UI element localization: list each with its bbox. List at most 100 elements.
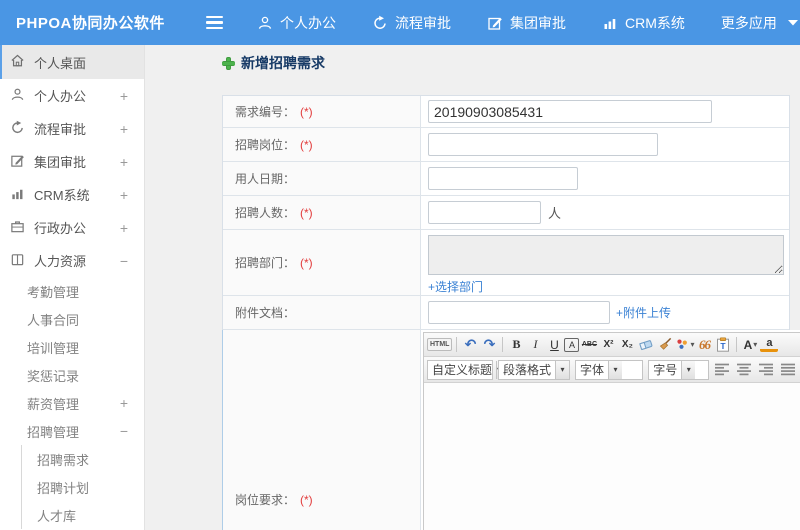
add-plus-icon — [222, 56, 235, 70]
required-mark: (*) — [300, 255, 313, 270]
form-row-request-no: 需求编号： (*) — [223, 96, 789, 128]
sidebar-item-hr[interactable]: 人力资源 − — [0, 244, 144, 277]
position-input[interactable] — [428, 133, 658, 156]
format-brush-button[interactable] — [656, 335, 674, 354]
html-source-button[interactable]: HTML — [427, 338, 453, 351]
form-row-job-requirement: 岗位要求： (*) HTML ↶ ↷ B I U A ABC X² X₂ ▾ 6… — [223, 330, 800, 530]
editor-toolbar-row2: 自定义标题 ▾ 段落格式 ▾ 字体 ▾ 字号 ▾ — [424, 357, 800, 383]
underline-button[interactable]: U — [545, 335, 563, 354]
hamburger-menu-icon[interactable] — [202, 12, 227, 33]
caret-down-icon: ▾ — [753, 340, 758, 349]
page-title: 新增招聘需求 — [222, 53, 325, 73]
nav-more-apps[interactable]: 更多应用 — [721, 13, 798, 33]
sidebar-item-recruit-demand[interactable]: 招聘需求 — [22, 445, 144, 473]
bold-button[interactable]: B — [507, 335, 525, 354]
sidebar-item-crm[interactable]: CRM系统 + — [0, 178, 144, 211]
clipboard-icon: T — [717, 337, 730, 352]
request-no-input[interactable] — [428, 100, 712, 123]
sidebar-item-talent-pool[interactable]: 人才库 — [22, 501, 144, 529]
caret-down-icon — [787, 19, 798, 26]
sidebar: 个人桌面 个人办公 + 流程审批 + 集团审批 + CRM系统 + 行政办公 + — [0, 45, 145, 530]
editor-toolbar-row1: HTML ↶ ↷ B I U A ABC X² X₂ ▾ 66 T A ▾ a — [424, 333, 800, 357]
edit-square-icon — [487, 15, 503, 31]
brush-icon — [659, 337, 672, 350]
font-size-dropdown[interactable]: 字号 ▾ — [648, 359, 709, 380]
sidebar-item-recruit-mgmt[interactable]: 招聘管理 − — [0, 417, 144, 445]
headcount-input[interactable] — [428, 201, 541, 224]
nav-group-approval[interactable]: 集团审批 — [487, 13, 566, 33]
toolbar-separator — [502, 337, 504, 352]
sidebar-item-group-approval[interactable]: 集团审批 + — [0, 145, 144, 178]
form-row-headcount: 招聘人数： (*) 人 — [223, 196, 789, 230]
caret-down-icon: ▾ — [690, 340, 695, 349]
font-family-dropdown[interactable]: 字体 ▾ — [575, 359, 644, 380]
superscript-button[interactable]: X² — [599, 335, 617, 354]
form-row-hire-date: 用人日期： — [223, 162, 789, 196]
position-label: 招聘岗位： — [235, 138, 296, 152]
subscript-button[interactable]: X₂ — [618, 335, 636, 354]
sidebar-item-training[interactable]: 培训管理 — [0, 333, 144, 361]
form-row-position: 招聘岗位： (*) — [223, 128, 789, 162]
sidebar-item-rewards[interactable]: 奖惩记录 — [0, 361, 144, 389]
undo-button[interactable]: ↶ — [461, 335, 479, 354]
sidebar-item-salary[interactable]: 薪资管理 + — [0, 389, 144, 417]
edit-square-icon — [10, 153, 25, 171]
select-department-link[interactable]: +选择部门 — [428, 278, 483, 295]
custom-title-dropdown[interactable]: 自定义标题 ▾ — [427, 359, 502, 380]
hire-date-input[interactable] — [428, 167, 578, 190]
align-center-icon — [737, 363, 752, 376]
svg-text:T: T — [721, 341, 727, 351]
align-right-button[interactable] — [758, 362, 775, 378]
align-justify-icon — [781, 363, 796, 376]
sidebar-item-personal-office[interactable]: 个人办公 + — [0, 79, 144, 112]
align-justify-button[interactable] — [780, 362, 797, 378]
nav-workflow-approval[interactable]: 流程审批 — [372, 13, 451, 33]
sidebar-item-hr-contract[interactable]: 人事合同 — [0, 305, 144, 333]
caret-down-icon: ▾ — [555, 360, 569, 379]
recruit-submenu: 招聘需求 招聘计划 人才库 — [21, 445, 144, 529]
sidebar-item-desktop[interactable]: 个人桌面 — [0, 45, 144, 79]
strikethrough-button[interactable]: ABC — [580, 335, 598, 354]
font-style-button[interactable]: A — [564, 337, 580, 352]
form-row-attachment: 附件文档： +附件上传 — [223, 296, 789, 330]
form-row-department: 招聘部门： (*) +选择部门 — [223, 230, 789, 296]
sidebar-item-recruit-plan[interactable]: 招聘计划 — [22, 473, 144, 501]
top-header: PHPOA协同办公软件 个人办公 流程审批 集团审批 CRM系统 更多应用 — [0, 0, 800, 45]
attachment-input[interactable] — [428, 301, 610, 324]
rich-text-editor: HTML ↶ ↷ B I U A ABC X² X₂ ▾ 66 T A ▾ a … — [423, 332, 800, 530]
bar-chart-icon — [10, 186, 25, 204]
color-palette-button[interactable]: ▾ — [675, 335, 694, 354]
font-color-button[interactable]: A ▾ — [741, 335, 759, 354]
required-mark: (*) — [300, 492, 313, 507]
nav-personal-office[interactable]: 个人办公 — [257, 13, 336, 33]
upload-attachment-link[interactable]: +附件上传 — [616, 304, 671, 321]
toolbar-separator — [736, 337, 738, 352]
required-mark: (*) — [300, 137, 313, 152]
editor-content-area[interactable] — [424, 383, 800, 530]
quote-button[interactable]: 66 — [695, 335, 713, 354]
sidebar-item-workflow[interactable]: 流程审批 + — [0, 112, 144, 145]
home-icon — [10, 53, 25, 71]
highlight-button[interactable]: a — [760, 337, 779, 352]
process-cycle-icon — [372, 15, 388, 31]
process-cycle-icon — [10, 120, 25, 138]
job-requirement-label: 岗位要求： — [235, 493, 296, 507]
align-right-icon — [759, 363, 774, 376]
eraser-button[interactable] — [637, 335, 655, 354]
paragraph-format-dropdown[interactable]: 段落格式 ▾ — [498, 359, 570, 380]
italic-button[interactable]: I — [526, 335, 544, 354]
redo-button[interactable]: ↷ — [480, 335, 498, 354]
department-textarea[interactable] — [428, 235, 784, 275]
department-label: 招聘部门： — [235, 256, 296, 270]
align-left-button[interactable] — [714, 362, 731, 378]
top-nav: 个人办公 流程审批 集团审批 CRM系统 更多应用 — [257, 13, 798, 33]
align-center-button[interactable] — [736, 362, 753, 378]
user-icon — [257, 15, 273, 31]
sidebar-item-attendance[interactable]: 考勤管理 — [0, 277, 144, 305]
sidebar-item-admin-office[interactable]: 行政办公 + — [0, 211, 144, 244]
paste-text-button[interactable]: T — [714, 335, 732, 354]
caret-down-icon: ▾ — [608, 360, 623, 379]
nav-crm[interactable]: CRM系统 — [602, 13, 685, 33]
headcount-label: 招聘人数： — [235, 206, 296, 220]
required-mark: (*) — [300, 205, 313, 220]
